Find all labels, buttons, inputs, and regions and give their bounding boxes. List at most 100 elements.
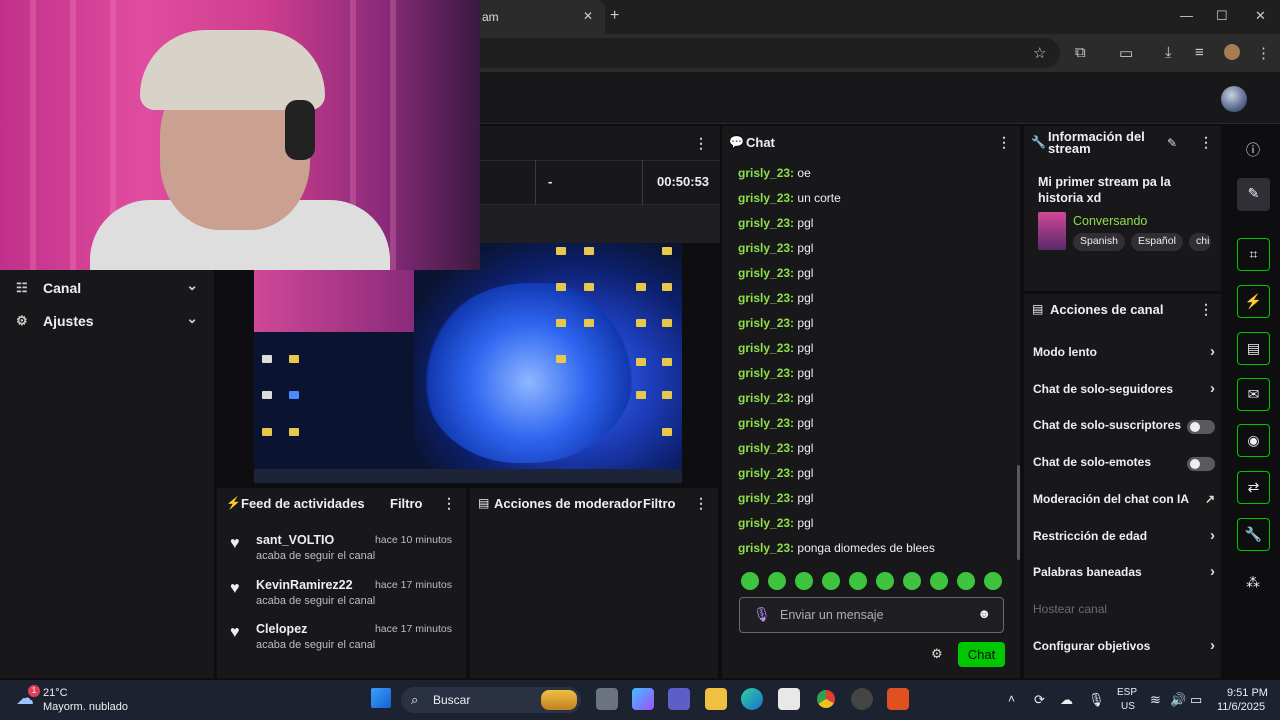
chat-settings-icon[interactable]: ⚙ (931, 646, 943, 662)
channel-action-row[interactable]: Chat de solo-seguidores › (1033, 380, 1215, 402)
copilot-icon[interactable] (632, 688, 654, 710)
chat-send-button[interactable]: Chat (958, 642, 1005, 667)
chat-username[interactable]: grisly_23: (738, 241, 794, 255)
channel-actions-menu-icon[interactable]: ⋮ (1199, 301, 1213, 318)
clock-time[interactable]: 9:51 PM (1227, 687, 1268, 699)
browser-profile-avatar[interactable] (1224, 44, 1240, 60)
chat-username[interactable]: grisly_23: (738, 291, 794, 305)
mod-menu-icon[interactable]: ⋮ (694, 495, 708, 512)
chat-input[interactable]: 🎙 Enviar un mensaje ☻ (739, 597, 1004, 633)
chat-username[interactable]: grisly_23: (738, 416, 794, 430)
chat-username[interactable]: grisly_23: (738, 541, 794, 555)
channel-action-row[interactable]: Palabras baneadas › (1033, 563, 1215, 585)
list-item[interactable]: ♥ KevinRamirez22 hace 17 minutos acaba d… (226, 578, 458, 622)
keyboard-layout[interactable]: US (1121, 701, 1135, 712)
volume-icon[interactable]: 🔊 (1170, 692, 1186, 708)
emote-icon[interactable] (822, 572, 840, 590)
broadcast-icon[interactable]: ◉ (1237, 424, 1270, 457)
toggle-switch[interactable] (1187, 457, 1215, 472)
wifi-icon[interactable]: ≋ (1150, 692, 1161, 708)
chat-username[interactable]: grisly_23: (738, 516, 794, 530)
brave-icon[interactable] (887, 688, 909, 710)
add-action-icon[interactable]: ⁂ (1246, 574, 1260, 591)
browser-tab[interactable]: am ✕ (470, 0, 605, 34)
activity-menu-icon[interactable]: ⋮ (442, 495, 456, 512)
browser-menu-icon[interactable]: ⋮ (1256, 44, 1271, 62)
emote-icon[interactable] (768, 572, 786, 590)
download-icon[interactable]: ⤓ (1165, 44, 1172, 61)
nav-item-canal[interactable]: ☷ Canal ⌄ (0, 274, 214, 304)
message-icon[interactable]: ✉ (1237, 378, 1270, 411)
user-avatar[interactable] (1221, 86, 1247, 112)
tab-close-icon[interactable]: ✕ (583, 9, 593, 23)
emoji-picker-icon[interactable]: ☻ (977, 606, 991, 621)
emote-icon[interactable] (984, 572, 1002, 590)
taskview-icon[interactable] (596, 688, 618, 710)
emote-icon[interactable] (903, 572, 921, 590)
chat-username[interactable]: grisly_23: (738, 266, 794, 280)
address-bar[interactable] (470, 38, 1060, 68)
chat-username[interactable]: grisly_23: (738, 166, 794, 180)
stream-info-menu-icon[interactable]: ⋮ (1199, 134, 1213, 151)
emote-icon[interactable] (795, 572, 813, 590)
follower-name[interactable]: Clelopez (256, 622, 307, 636)
new-tab-button[interactable]: + (610, 7, 619, 25)
minimize-button[interactable]: — (1180, 8, 1193, 23)
weather-temp[interactable]: 21°C (43, 687, 68, 699)
chat-username[interactable]: grisly_23: (738, 491, 794, 505)
clip-icon[interactable]: ⌗ (1237, 238, 1270, 271)
channel-action-row[interactable]: Configurar objetivos › (1033, 637, 1215, 659)
toggle-switch[interactable] (1187, 420, 1215, 435)
taskbar-search[interactable]: ⌕ Buscar (401, 687, 581, 713)
info-icon[interactable]: ⓘ (1246, 140, 1260, 160)
channel-action-row[interactable]: Modo lento › (1033, 343, 1215, 365)
emote-icon[interactable] (876, 572, 894, 590)
clock-date[interactable]: 11/6/2025 (1217, 701, 1265, 713)
windows-start-icon[interactable] (371, 688, 391, 708)
emote-icon[interactable] (849, 572, 867, 590)
battery-icon[interactable]: ▭ (1190, 692, 1202, 708)
channel-action-row[interactable]: Restricción de edad › (1033, 527, 1215, 549)
emote-icon[interactable] (957, 572, 975, 590)
extensions-icon[interactable]: ⧉ (1075, 44, 1086, 61)
language-code[interactable]: ESP (1117, 687, 1137, 698)
weather-desc[interactable]: Mayorm. nublado (43, 701, 128, 713)
activity-filter-button[interactable]: Filtro (390, 496, 423, 511)
raid-icon[interactable]: ⇄ (1237, 471, 1270, 504)
emote-icon[interactable] (741, 572, 759, 590)
mod-filter-button[interactable]: Filtro (643, 496, 676, 511)
channel-action-row[interactable]: Moderación del chat con IA ↗ (1033, 492, 1215, 512)
chat-username[interactable]: grisly_23: (738, 216, 794, 230)
chat-scrollbar[interactable] (1017, 465, 1020, 560)
stream-video-preview[interactable] (254, 243, 682, 483)
store-icon[interactable] (778, 688, 800, 710)
notes-icon[interactable]: ▤ (1237, 332, 1270, 365)
preview-menu-icon[interactable]: ⋮ (694, 135, 708, 152)
list-item[interactable]: ♥ Clelopez hace 17 minutos acaba de segu… (226, 622, 458, 666)
mic-tray-icon[interactable]: 🎙 (1088, 692, 1105, 708)
chat-username[interactable]: grisly_23: (738, 341, 794, 355)
stream-tag[interactable]: Español (1131, 233, 1183, 251)
file-explorer-icon[interactable] (705, 688, 727, 710)
maximize-button[interactable]: ☐ (1216, 8, 1228, 24)
category-link[interactable]: Conversando (1073, 214, 1147, 228)
channel-action-row[interactable]: Chat de solo-suscriptores (1033, 418, 1215, 438)
nav-item-ajustes[interactable]: ⚙ Ajustes ⌄ (0, 307, 214, 337)
bookmark-star-icon[interactable]: ☆ (1033, 44, 1046, 62)
mic-icon[interactable]: 🎙 (753, 606, 771, 623)
edit-pencil-icon[interactable]: ✎ (1167, 136, 1177, 150)
chat-username[interactable]: grisly_23: (738, 441, 794, 455)
channel-action-row[interactable]: Chat de solo-emotes (1033, 455, 1215, 475)
stream-tag[interactable]: Spanish (1073, 233, 1125, 251)
follower-name[interactable]: KevinRamirez22 (256, 578, 353, 592)
cloud-icon[interactable]: ☁ (1060, 692, 1073, 708)
close-window-button[interactable]: ✕ (1255, 8, 1266, 24)
sync-icon[interactable]: ⟳ (1034, 692, 1045, 708)
stream-tag[interactable]: chi (1189, 233, 1211, 251)
wrench-icon[interactable]: 🔧 (1237, 518, 1270, 551)
edge-icon[interactable] (741, 688, 763, 710)
teams-icon[interactable] (668, 688, 690, 710)
chat-username[interactable]: grisly_23: (738, 191, 794, 205)
lightning-icon[interactable]: ⚡ (1237, 285, 1270, 318)
cast-icon[interactable]: ▭ (1119, 44, 1133, 62)
